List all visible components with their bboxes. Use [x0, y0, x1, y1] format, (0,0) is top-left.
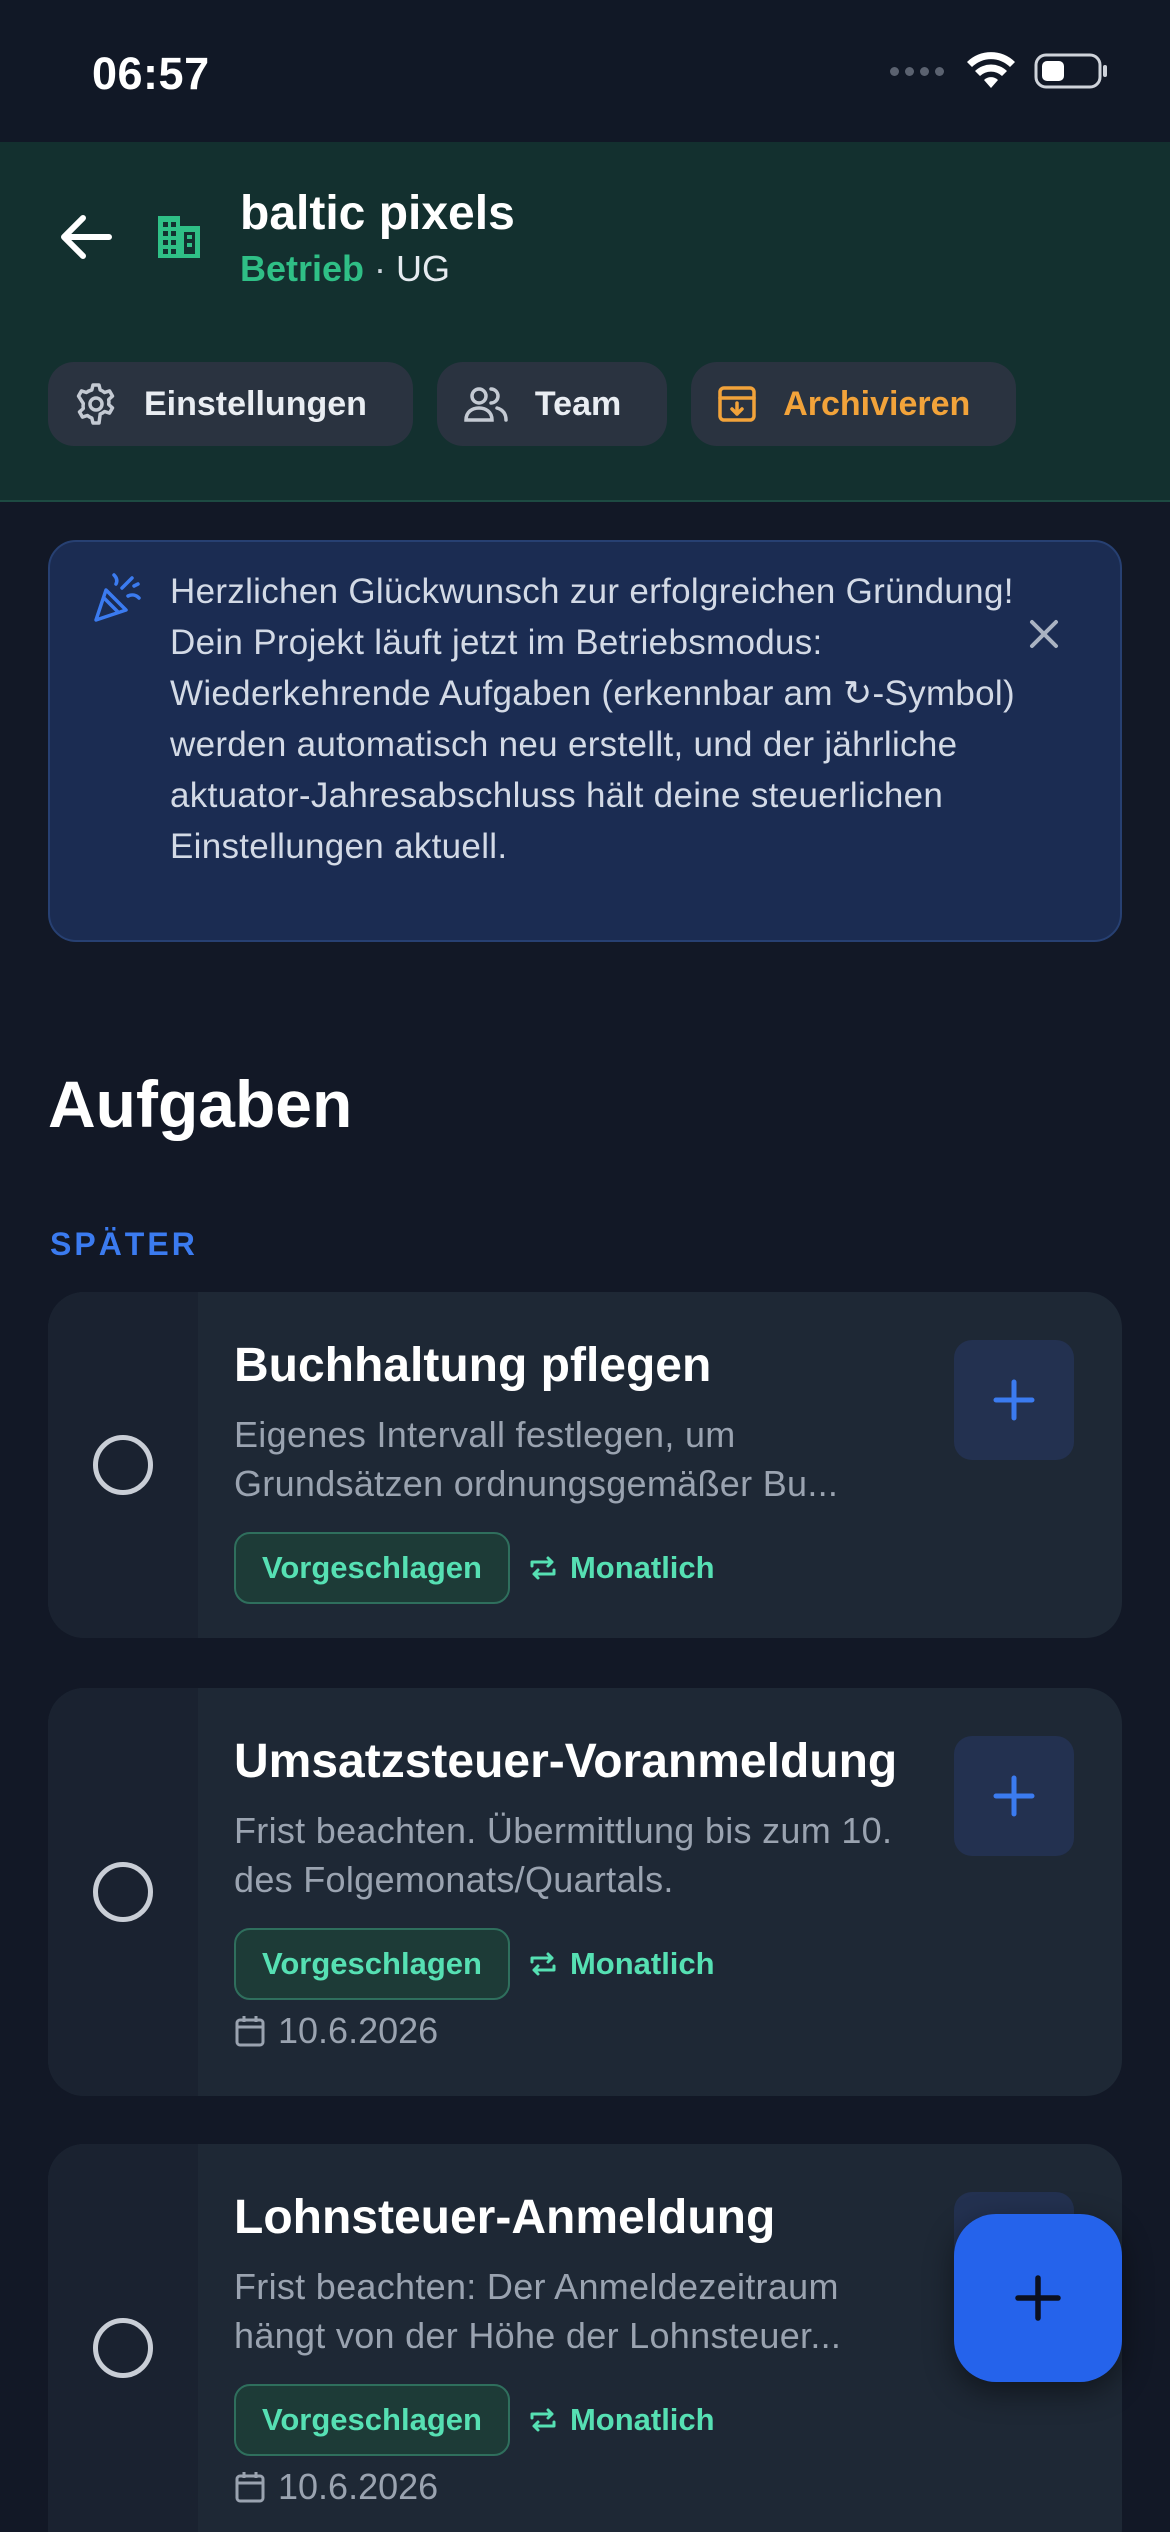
team-label: Team — [534, 384, 622, 423]
recurrence-badge: Monatlich — [528, 1946, 715, 1982]
task-due-date: 10.6.2026 — [234, 2466, 438, 2508]
archive-button[interactable]: Archivieren — [691, 362, 1017, 446]
project-subtitle: Betrieb · UG — [240, 248, 450, 290]
task-due-date: 10.6.2026 — [234, 2010, 438, 2052]
section-title: Aufgaben — [48, 1067, 353, 1141]
congrats-banner: Herzlichen Glückwunsch zur erfolgreichen… — [48, 540, 1122, 942]
banner-message: Herzlichen Glückwunsch zur erfolgreichen… — [170, 572, 1015, 866]
plus-icon — [993, 1775, 1035, 1817]
suggested-badge: Vorgeschlagen — [234, 1928, 510, 2000]
repeat-icon — [530, 1556, 556, 1580]
plus-icon — [1015, 2275, 1061, 2321]
due-date-label: 10.6.2026 — [278, 2010, 439, 2051]
gear-icon — [76, 383, 115, 425]
task-tags: Vorgeschlagen Monatlich — [234, 1928, 715, 2000]
recurrence-label: Monatlich — [569, 1550, 715, 1585]
company-type: UG — [396, 248, 451, 289]
wifi-icon — [967, 52, 1015, 88]
add-subtask-button[interactable] — [954, 1340, 1074, 1460]
task-title: Buchhaltung pflegen — [234, 1339, 712, 1392]
project-title: baltic pixels — [240, 187, 515, 240]
recurrence-label: Monatlich — [569, 2402, 715, 2437]
status-bar: 06:57 — [0, 0, 1170, 142]
archive-icon — [718, 386, 756, 422]
recurrence-label: Monatlich — [569, 1946, 715, 1981]
settings-button[interactable]: Einstellungen — [48, 362, 413, 446]
recurrence-badge: Monatlich — [528, 1550, 715, 1586]
task-description: Frist beachten. Übermittlung bis zum 10.… — [234, 1810, 893, 1900]
app-screen: 06:57 baltic pixels Betrieb · UG Einstel… — [0, 0, 1170, 2532]
group-label: SPÄTER — [50, 1226, 198, 1262]
repeat-icon — [530, 2408, 556, 2432]
subtitle-separator: · — [374, 248, 387, 289]
project-header: baltic pixels Betrieb · UG Einstellungen — [0, 142, 1170, 502]
task-title: Umsatzsteuer-Voranmeldung — [234, 1735, 898, 1788]
add-subtask-button[interactable] — [954, 1736, 1074, 1856]
due-date-label: 10.6.2026 — [278, 2466, 439, 2507]
plus-icon — [993, 1379, 1035, 1421]
action-chips: Einstellungen Team Archivieren — [48, 362, 1017, 446]
project-status: Betrieb — [240, 248, 365, 289]
suggested-badge: Vorgeschlagen — [234, 2384, 510, 2456]
task-card[interactable]: Umsatzsteuer-Voranmeldung Frist beachten… — [48, 1688, 1122, 2096]
calendar-icon — [235, 2016, 265, 2047]
back-button[interactable] — [50, 202, 120, 272]
arrow-left-icon — [61, 215, 112, 259]
users-icon — [464, 387, 508, 422]
archive-label: Archivieren — [783, 384, 971, 423]
task-checkbox[interactable] — [93, 2318, 153, 2378]
party-popper-icon — [94, 573, 141, 622]
task-tags: Vorgeschlagen Monatlich — [234, 1532, 715, 1604]
battery-icon — [1034, 53, 1107, 89]
recurrence-badge: Monatlich — [528, 2402, 715, 2438]
calendar-icon — [235, 2472, 265, 2503]
cellular-signal-icon — [890, 66, 944, 76]
settings-label: Einstellungen — [144, 384, 367, 423]
building-icon — [158, 216, 200, 258]
suggested-badge: Vorgeschlagen — [234, 1532, 510, 1604]
status-icons — [890, 52, 1110, 90]
add-task-fab[interactable] — [954, 2214, 1122, 2382]
task-card[interactable]: Buchhaltung pflegen Eigenes Intervall fe… — [48, 1292, 1122, 1638]
task-tags: Vorgeschlagen Monatlich — [234, 2384, 715, 2456]
task-description: Eigenes Intervall festlegen, um Grundsät… — [234, 1414, 839, 1504]
repeat-icon — [530, 1952, 556, 1976]
close-icon[interactable] — [1022, 612, 1066, 656]
task-title: Lohnsteuer-Anmeldung — [234, 2191, 776, 2244]
task-description: Frist beachten: Der Anmeldezeitraum häng… — [234, 2266, 842, 2356]
task-checkbox[interactable] — [93, 1435, 153, 1495]
task-checkbox[interactable] — [93, 1862, 153, 1922]
team-button[interactable]: Team — [436, 362, 668, 446]
status-time: 06:57 — [92, 48, 210, 99]
